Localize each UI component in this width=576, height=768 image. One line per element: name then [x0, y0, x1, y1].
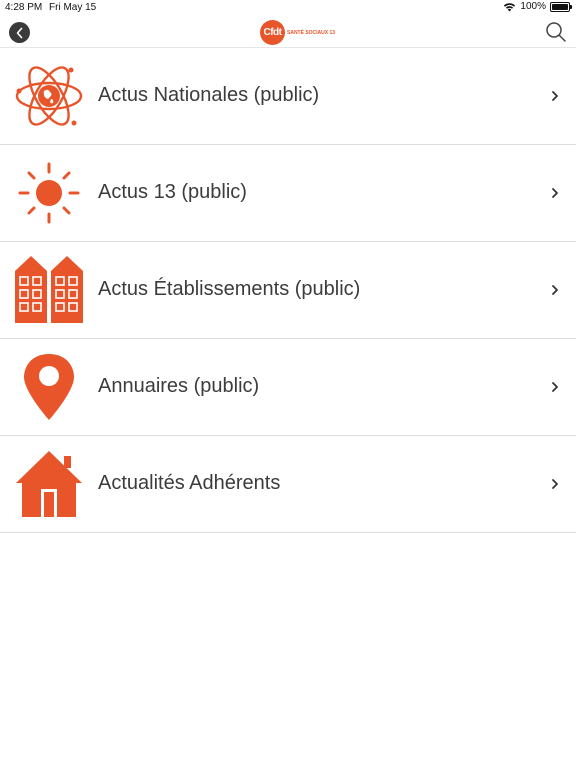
status-date: Fri May 15: [49, 2, 97, 13]
menu-item-actus-etablissements[interactable]: Actus Établissements (public): [0, 242, 576, 339]
status-right: 100%: [503, 1, 572, 12]
search-button[interactable]: [544, 20, 568, 44]
menu-item-label: Actus Établissements (public): [98, 278, 361, 300]
battery-icon: [550, 1, 572, 12]
search-icon: [546, 22, 566, 42]
wifi-icon: [504, 2, 516, 11]
logo: Cfdt SANTÉ SOCIAUX 13: [260, 20, 335, 45]
battery-level: [552, 3, 568, 10]
house-icon: [16, 451, 82, 517]
menu-item-actus-13[interactable]: Actus 13 (public): [0, 145, 576, 242]
battery-percentage: 100%: [520, 1, 546, 12]
menu-list: Actus Nationales (public) Actus 13 (publ…: [0, 48, 576, 533]
atom-globe-icon: [15, 66, 83, 126]
menu-item-label: Actus 13 (public): [98, 181, 247, 203]
menu-item-actualites-adherents[interactable]: Actualités Adhérents: [0, 436, 576, 533]
menu-item-label: Annuaires (public): [98, 375, 260, 397]
logo-mark: Cfdt: [260, 20, 285, 45]
chevron-right-icon: [552, 285, 558, 295]
sun-icon: [18, 162, 80, 224]
chevron-right-icon: [552, 479, 558, 489]
menu-item-label: Actualités Adhérents: [98, 472, 281, 494]
status-bar: 4:28 PM Fri May 15 100%: [0, 0, 576, 16]
menu-item-annuaires[interactable]: Annuaires (public): [0, 339, 576, 436]
chevron-right-icon: [552, 382, 558, 392]
menu-item-actus-nationales[interactable]: Actus Nationales (public): [0, 48, 576, 145]
menu-item-label: Actus Nationales (public): [98, 84, 320, 106]
logo-subtext: SANTÉ SOCIAUX 13: [287, 29, 336, 36]
chevron-left-icon: [16, 27, 22, 38]
map-pin-icon: [24, 354, 74, 420]
navigation-bar: Cfdt SANTÉ SOCIAUX 13: [0, 16, 576, 48]
back-button[interactable]: [9, 22, 30, 43]
status-time: 4:28 PM: [5, 2, 43, 13]
buildings-icon: [15, 256, 83, 323]
chevron-right-icon: [552, 188, 558, 198]
chevron-right-icon: [552, 91, 558, 101]
